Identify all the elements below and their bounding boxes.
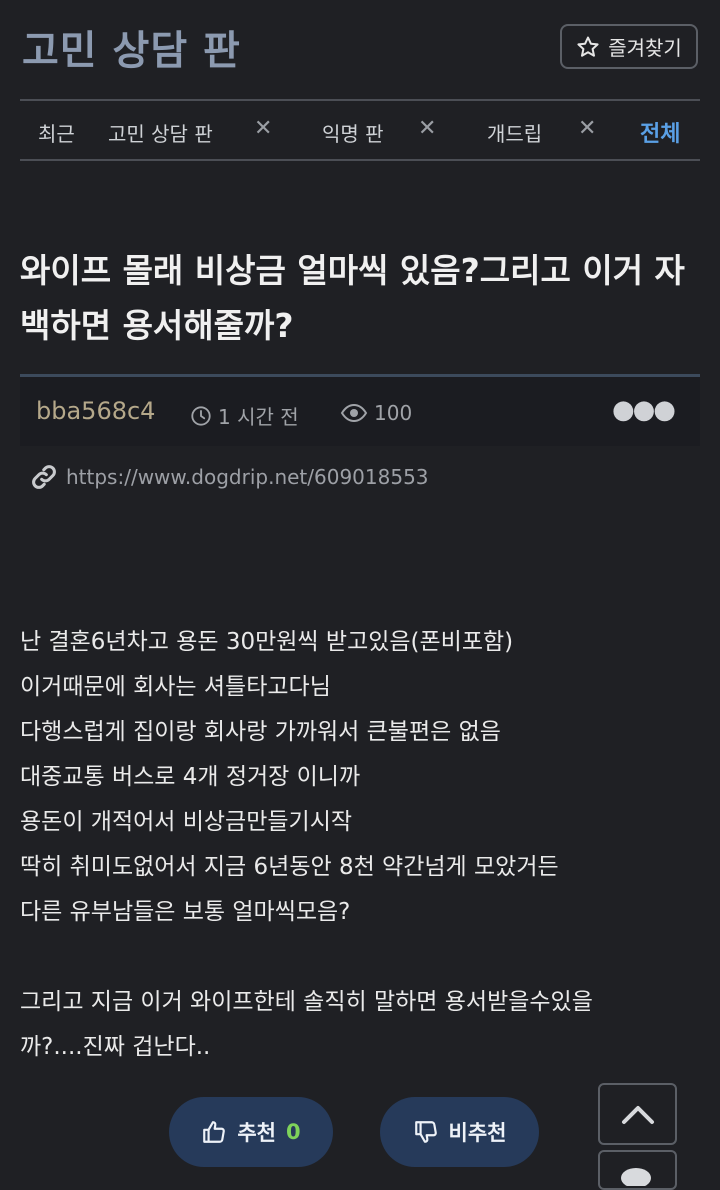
downvote-button[interactable]: 비추천 bbox=[380, 1097, 539, 1167]
content-line: 그리고 지금 이거 와이프한테 솔직히 말하면 용서받을수있을 bbox=[20, 989, 593, 1015]
comments-button[interactable] bbox=[598, 1150, 677, 1190]
upvote-button[interactable]: 추천 0 bbox=[169, 1097, 333, 1167]
post-meta: bba568c4 1 시간 전 100 ●●● bbox=[20, 374, 700, 446]
link-icon bbox=[32, 465, 56, 489]
chevron-up-icon bbox=[621, 1106, 654, 1124]
content-line: 대중교통 버스로 4개 정거장 이니까 bbox=[20, 764, 361, 790]
scroll-top-button[interactable] bbox=[598, 1083, 677, 1145]
tab-all[interactable]: 전체 bbox=[640, 116, 680, 148]
comment-icon bbox=[620, 1168, 651, 1186]
close-icon[interactable]: ✕ bbox=[418, 116, 436, 141]
author-name[interactable]: bba568c4 bbox=[36, 397, 155, 425]
eye-icon bbox=[340, 403, 368, 423]
post-time: 1 시간 전 bbox=[190, 401, 299, 430]
close-icon[interactable]: ✕ bbox=[254, 116, 272, 141]
upvote-count: 0 bbox=[286, 1120, 301, 1144]
downvote-label: 비추천 bbox=[448, 1121, 507, 1145]
board-title[interactable]: 고민 상담 판 bbox=[22, 18, 241, 76]
tab-advice-board[interactable]: 고민 상담 판 bbox=[108, 118, 213, 147]
content-line: 까?....진짜 겁난다.. bbox=[20, 1034, 211, 1060]
tab-dogdrip[interactable]: 개드립 bbox=[487, 118, 542, 147]
content-line: 다른 유부남들은 보통 얼마씩모음? bbox=[20, 899, 351, 925]
thumbs-up-icon bbox=[203, 1121, 226, 1143]
post-content: 난 결혼6년차고 용돈 30만원씩 받고있음(폰비포함) 이거때문에 회사는 셔… bbox=[20, 620, 710, 1070]
star-icon bbox=[577, 36, 599, 57]
favorite-label: 즐겨찾기 bbox=[608, 36, 682, 60]
favorite-button[interactable]: 즐겨찾기 bbox=[560, 24, 698, 69]
divider bbox=[20, 159, 700, 161]
views-count: 100 bbox=[374, 401, 413, 425]
content-line: 다행스럽게 집이랑 회사랑 가까워서 큰불편은 없음 bbox=[20, 719, 501, 745]
tab-recent[interactable]: 최근 bbox=[38, 118, 75, 147]
content-line: 이거때문에 회사는 셔틀타고다님 bbox=[20, 674, 331, 700]
tab-anonymous-board[interactable]: 익명 판 bbox=[322, 118, 384, 147]
upvote-label: 추천 bbox=[237, 1121, 276, 1145]
close-icon[interactable]: ✕ bbox=[578, 116, 596, 141]
more-icon[interactable]: ●●● bbox=[612, 395, 676, 425]
content-line: 난 결혼6년차고 용돈 30만원씩 받고있음(폰비포함) bbox=[20, 629, 514, 655]
post-link[interactable]: https://www.dogdrip.net/609018553 bbox=[30, 463, 429, 491]
post-title: 와이프 몰래 비상금 얼마씩 있음?그리고 이거 자백하면 용서해줄까? bbox=[20, 251, 685, 345]
content-line: 용돈이 개적어서 비상금만들기시작 bbox=[20, 809, 353, 835]
content-line: 딱히 취미도없어서 지금 6년동안 8천 약간넘게 모았거든 bbox=[20, 854, 559, 880]
clock-icon bbox=[191, 405, 211, 426]
time-text: 1 시간 전 bbox=[218, 405, 299, 429]
thumbs-down-icon bbox=[414, 1121, 437, 1143]
post-views: 100 bbox=[340, 401, 412, 425]
post-url[interactable]: https://www.dogdrip.net/609018553 bbox=[66, 465, 429, 489]
board-tabs: 최근 고민 상담 판 ✕ 익명 판 ✕ 개드립 ✕ 전체 bbox=[20, 101, 700, 159]
